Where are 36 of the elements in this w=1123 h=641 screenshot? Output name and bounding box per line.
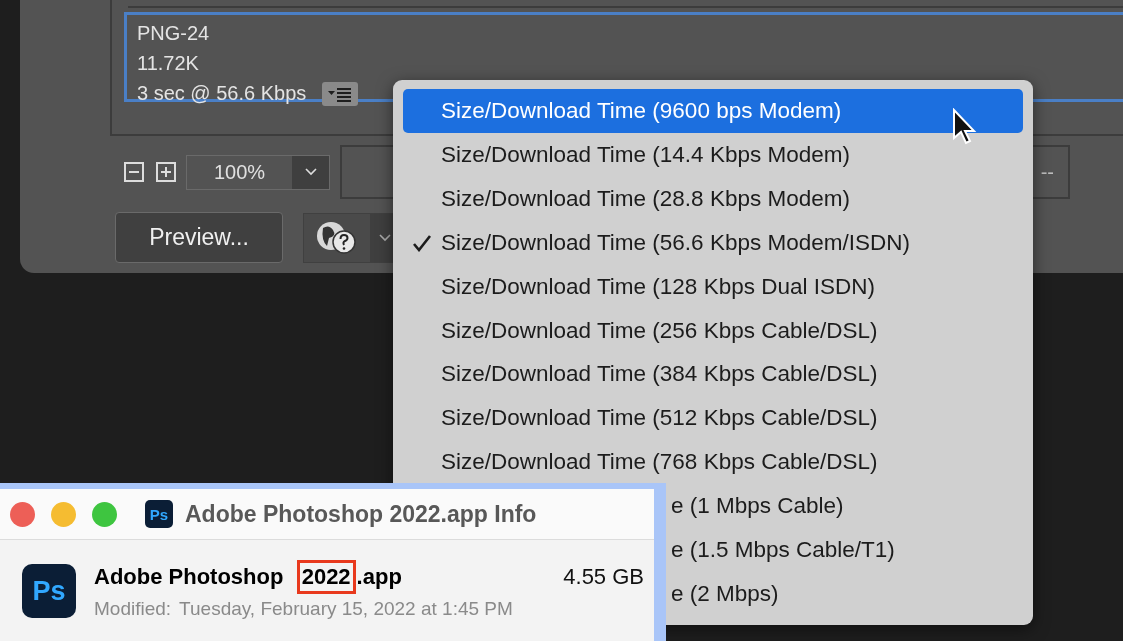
- menu-item[interactable]: e (1.5 Mbps Cable/T1): [669, 528, 1023, 573]
- zoom-in-button[interactable]: [156, 162, 176, 182]
- file-format: PNG-24: [137, 21, 211, 46]
- plus-icon: [161, 167, 171, 177]
- close-button[interactable]: [10, 501, 35, 527]
- download-time: 3 sec @ 56.6 Kbps: [137, 81, 307, 106]
- menu-item[interactable]: Size/Download Time (512 Kbps Cable/DSL): [403, 396, 1023, 441]
- chevron-icon: [379, 233, 391, 242]
- app-name: Adobe Photoshop 2022 .app: [94, 560, 402, 594]
- menu-item[interactable]: Size/Download Time (768 Kbps Cable/DSL): [403, 440, 1023, 485]
- app-icon: Ps: [145, 500, 173, 528]
- zoom-out-button[interactable]: [124, 162, 144, 182]
- chevron-icon: [304, 168, 317, 176]
- file-size: 11.72K: [137, 51, 200, 76]
- minus-icon: [129, 171, 139, 173]
- menu-button[interactable]: [322, 81, 359, 106]
- zoom-dropdown[interactable]: 100%: [186, 154, 330, 190]
- readout-text: --: [1040, 160, 1054, 184]
- modified-label: Modified:: [94, 598, 172, 620]
- app-icon: Ps: [22, 564, 76, 618]
- menu-item[interactable]: Size/Download Time (9600 bps Modem): [403, 89, 1023, 133]
- menu-item[interactable]: Size/Download Time (128 Kbps Dual ISDN): [403, 264, 1023, 309]
- menu-item[interactable]: Size/Download Time (56.6 Kbps Modem/ISDN): [403, 220, 1023, 265]
- menu-item[interactable]: Size/Download Time (256 Kbps Cable/DSL): [403, 308, 1023, 353]
- menu-item[interactable]: Size/Download Time (14.4 Kbps Modem): [403, 132, 1023, 177]
- cursor-icon: [952, 108, 978, 146]
- menu-item[interactable]: e (2 Mbps): [669, 572, 1023, 617]
- list-icon: [327, 85, 354, 102]
- modified-date: Tuesday, February 15, 2022 at 1:45 PM: [179, 598, 513, 620]
- menu-item[interactable]: e (1 Mbps Cable): [669, 484, 1023, 529]
- window-title: Adobe Photoshop 2022.app Info: [185, 500, 537, 528]
- menu-item[interactable]: Size/Download Time (384 Kbps Cable/DSL): [403, 352, 1023, 397]
- preview-button[interactable]: Preview...: [115, 212, 283, 263]
- app-size: 4.55 GB: [563, 564, 644, 590]
- globe-help-icon: [315, 219, 359, 256]
- menu-item[interactable]: Size/Download Time (28.8 Kbps Modem): [403, 176, 1023, 221]
